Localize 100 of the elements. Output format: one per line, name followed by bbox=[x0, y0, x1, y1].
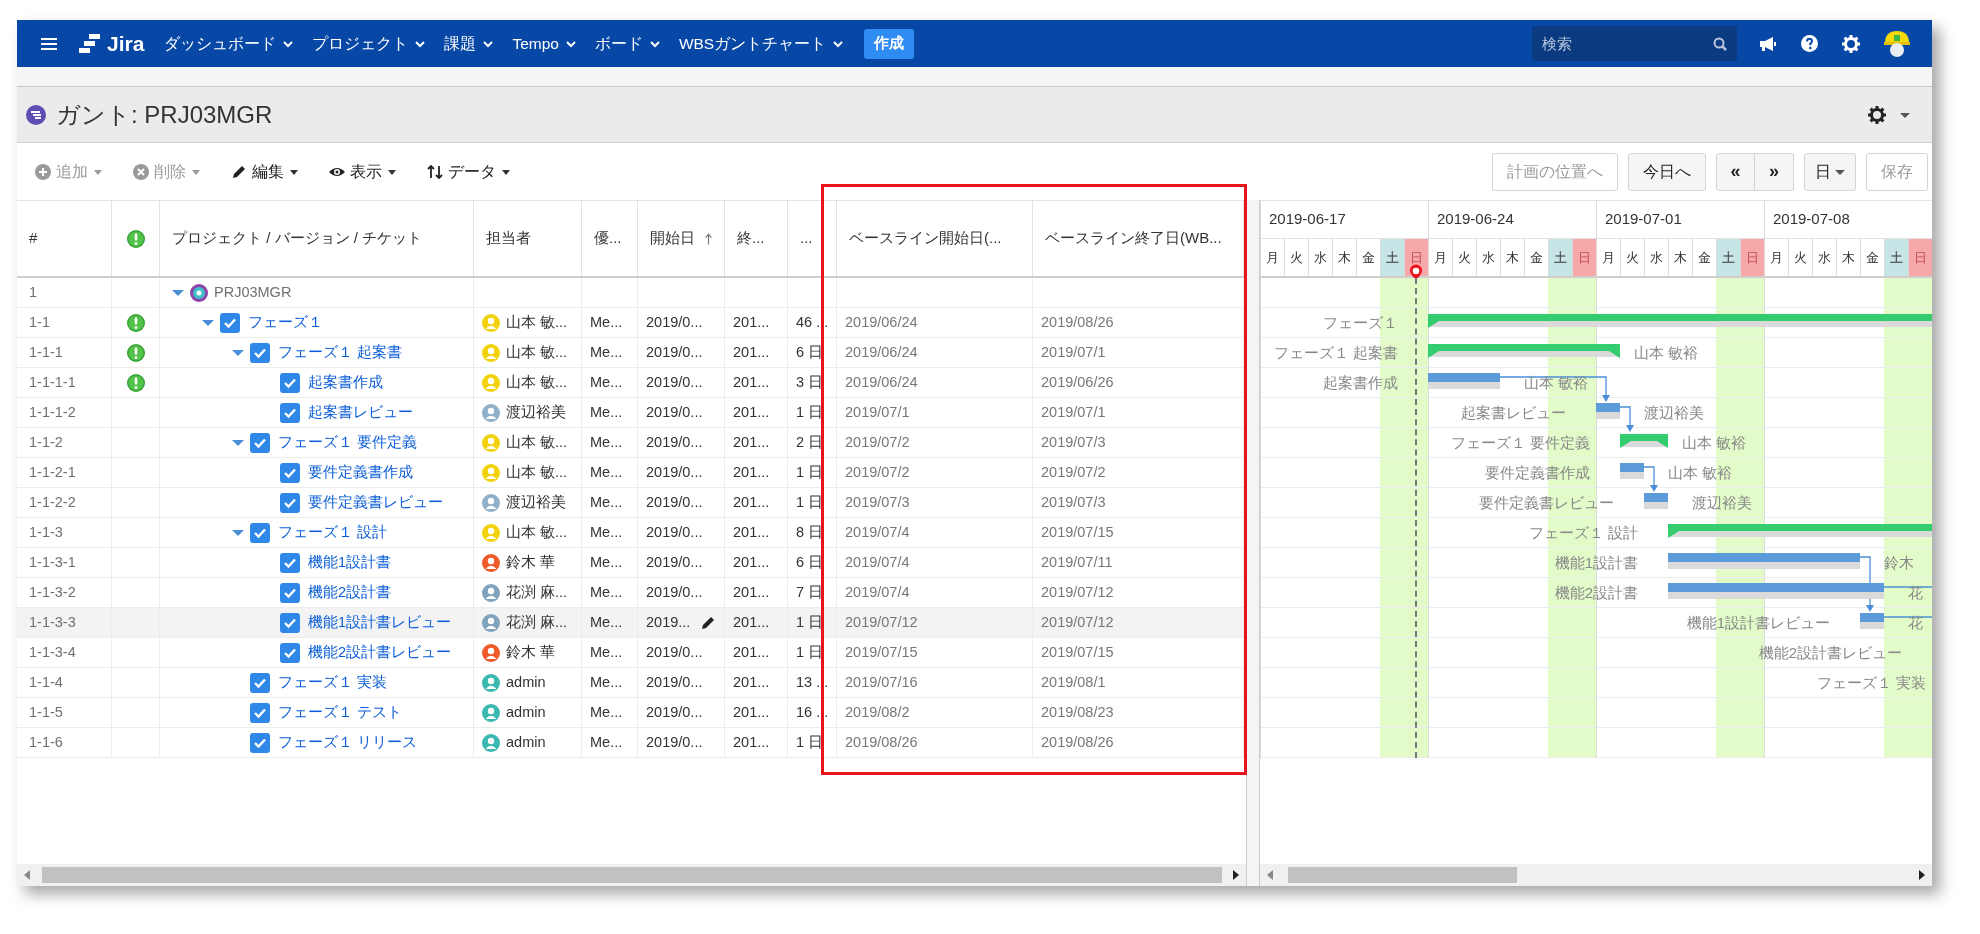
bar-label: 渡辺裕美 bbox=[1644, 402, 1704, 423]
table-row[interactable]: 1-1-6 フェーズ１ リリース admin Me... 2019/0... 201... 1 日 2019/08/26 2019/08/26 bbox=[17, 728, 1246, 758]
column-header[interactable]: ... bbox=[800, 227, 813, 250]
column-header[interactable]: 担当者 bbox=[486, 227, 531, 250]
table-cell-text: 2019/07/1 bbox=[1041, 402, 1106, 422]
search-field[interactable]: 検索 bbox=[1532, 26, 1737, 61]
table-cell-text: 山本 敏... bbox=[506, 372, 568, 392]
scrollbar-thumb[interactable] bbox=[1288, 867, 1517, 883]
table-cell-text: 鈴木 華 bbox=[506, 552, 556, 572]
column-header[interactable]: プロジェクト / バージョン / チケット bbox=[172, 227, 422, 250]
summary-bar[interactable] bbox=[1668, 524, 1932, 538]
nav-menu-item[interactable]: Tempo bbox=[512, 31, 577, 56]
table-cell-text: 3 日 bbox=[796, 372, 824, 392]
table-row[interactable]: 1 PRJ03MGR bbox=[17, 278, 1246, 308]
nav-arrow-button[interactable]: « bbox=[1716, 152, 1755, 191]
table-cell-text: 2019/07/4 bbox=[845, 582, 910, 602]
summary-bar[interactable] bbox=[1428, 344, 1620, 358]
table-row[interactable]: 1-1-2-1 要件定義書作成 山本 敏... Me... 2019/0... 201... 1 日 2019/07/2 2019/07/2 bbox=[17, 458, 1246, 488]
help-icon[interactable] bbox=[1801, 35, 1818, 52]
table-row[interactable]: 1-1-3-3 機能1設計書レビュー 花渕 麻... Me... 2019... 201... 1 日 2019/07/12 2019/07/12 bbox=[17, 608, 1246, 638]
scroll-left-icon[interactable] bbox=[23, 870, 31, 880]
toolbar-button[interactable]: 表示 bbox=[329, 159, 397, 184]
scrollbar[interactable] bbox=[17, 864, 1246, 886]
issue-link[interactable]: フェーズ１ 設計 bbox=[278, 521, 388, 544]
issue-link[interactable]: 機能2設計書レビュー bbox=[308, 641, 452, 664]
table-row[interactable]: 1-1-3-2 機能2設計書 花渕 麻... Me... 2019/0... 201... 7 日 2019/07/4 2019/07/12 bbox=[17, 578, 1246, 608]
table-cell-text: Me... bbox=[590, 462, 623, 482]
scroll-left-icon[interactable] bbox=[1266, 870, 1274, 880]
nav-menu-item[interactable]: ボード bbox=[594, 31, 661, 56]
nav-menu-item[interactable]: ダッシュボード bbox=[164, 31, 295, 56]
nav-menu-item[interactable]: WBSガントチャート bbox=[678, 31, 845, 56]
table-row[interactable]: 1-1-5 フェーズ１ テスト admin Me... 2019/0... 201... 16 ... 2019/08/2 2019/08/23 bbox=[17, 698, 1246, 728]
table-cell-text: 2019/06/24 bbox=[845, 342, 918, 362]
nav-arrow-button[interactable]: » bbox=[1755, 152, 1794, 191]
table-row[interactable]: 1-1-4 フェーズ１ 実装 admin Me... 2019/0... 201... 13 ... 2019/07/16 2019/08/1 bbox=[17, 668, 1246, 698]
row-number: 1-1-3-3 bbox=[29, 612, 76, 632]
summary-bar[interactable] bbox=[1428, 314, 1932, 328]
column-header[interactable]: ベースライン終了日(WB... bbox=[1045, 227, 1222, 250]
table-cell-text: 2019/07/1 bbox=[845, 402, 910, 422]
toolbar-button[interactable]: 今日へ bbox=[1628, 152, 1706, 191]
toolbar-button[interactable]: 編集 bbox=[231, 159, 299, 184]
issue-link[interactable]: フェーズ１ テスト bbox=[278, 701, 403, 724]
table-cell-text: 2019/08/26 bbox=[1041, 312, 1114, 332]
scrollbar[interactable] bbox=[1260, 864, 1932, 886]
issue-link[interactable]: 機能2設計書 bbox=[308, 581, 392, 604]
column-header[interactable]: ベースライン開始日(... bbox=[849, 227, 1002, 250]
scroll-right-icon[interactable] bbox=[1232, 870, 1240, 880]
logo-icon bbox=[77, 32, 101, 55]
week-label: 2019-07-01 bbox=[1605, 209, 1682, 230]
table-row[interactable]: 1-1-2 フェーズ１ 要件定義 山本 敏... Me... 2019/0... 201... 2 日 2019/07/2 2019/07/3 bbox=[17, 428, 1246, 458]
toolbar-button[interactable]: データ bbox=[427, 159, 511, 184]
issue-link[interactable]: フェーズ１ bbox=[248, 311, 323, 334]
settings-icon[interactable] bbox=[1842, 34, 1860, 53]
issue-link[interactable]: フェーズ１ リリース bbox=[278, 731, 418, 754]
column-header[interactable]: # bbox=[29, 227, 38, 250]
table-row[interactable]: 1-1-3-1 機能1設計書 鈴木 華 Me... 2019/0... 201... 6 日 2019/07/4 2019/07/11 bbox=[17, 548, 1246, 578]
scroll-right-icon[interactable] bbox=[1918, 870, 1926, 880]
table-cell-text: Me... bbox=[590, 492, 623, 512]
table-cell-text: 201... bbox=[733, 492, 770, 512]
table-row[interactable]: 1-1-2-2 要件定義書レビュー 渡辺裕美 Me... 2019/0... 201... 1 日 2019/07/3 2019/07/3 bbox=[17, 488, 1246, 518]
table-cell-text: 201... bbox=[733, 612, 770, 632]
task-icon bbox=[250, 702, 270, 723]
issue-link[interactable]: 起案書レビュー bbox=[308, 401, 413, 424]
table-row[interactable]: 1-1-3 フェーズ１ 設計 山本 敏... Me... 2019/0... 201... 8 日 2019/07/4 2019/07/15 bbox=[17, 518, 1246, 548]
issue-link[interactable]: フェーズ１ 要件定義 bbox=[278, 431, 418, 454]
avatar-icon[interactable] bbox=[1882, 28, 1912, 59]
issue-link[interactable]: 要件定義書作成 bbox=[308, 461, 413, 484]
table-cell-text: 2019/08/2 bbox=[845, 702, 910, 722]
column-header[interactable]: 開始日 bbox=[650, 227, 695, 250]
menu-icon[interactable] bbox=[41, 36, 57, 51]
nav-menu-item[interactable]: 課題 bbox=[444, 31, 495, 56]
column-header[interactable]: 終... bbox=[737, 227, 765, 250]
table-cell-text: admin bbox=[506, 732, 546, 752]
table-row[interactable]: 1-1 フェーズ１ 山本 敏... Me... 2019/0... 201... 46 ... 2019/06/24 2019/08/26 bbox=[17, 308, 1246, 338]
table-row[interactable]: 1-1-3-4 機能2設計書レビュー 鈴木 華 Me... 2019/0... 201... 1 日 2019/07/15 2019/07/15 bbox=[17, 638, 1246, 668]
summary-bar[interactable] bbox=[1620, 434, 1668, 448]
table-cell-text: 山本 敏... bbox=[506, 462, 568, 482]
issue-link[interactable]: 要件定義書レビュー bbox=[308, 491, 443, 514]
nav-menu-item[interactable]: プロジェクト bbox=[312, 31, 427, 56]
row-number: 1-1 bbox=[29, 312, 50, 332]
table-row[interactable]: 1-1-1-1 起案書作成 山本 敏... Me... 2019/0... 201... 3 日 2019/06/24 2019/06/26 bbox=[17, 368, 1246, 398]
day-label: 日 bbox=[1746, 248, 1759, 267]
table-cell-text: 2019/07/4 bbox=[845, 522, 910, 542]
settings-icon[interactable] bbox=[1868, 105, 1886, 124]
scrollbar-thumb[interactable] bbox=[42, 867, 1222, 883]
issue-link[interactable]: 機能1設計書 bbox=[308, 551, 392, 574]
issue-link[interactable]: 機能1設計書レビュー bbox=[308, 611, 452, 634]
megaphone-icon[interactable] bbox=[1759, 35, 1777, 52]
table-cell-text: 201... bbox=[733, 732, 770, 752]
column-header[interactable]: 優... bbox=[594, 227, 622, 250]
issue-link[interactable]: 起案書作成 bbox=[308, 371, 383, 394]
pencil-icon[interactable] bbox=[701, 615, 716, 630]
table-cell-text: 渡辺裕美 bbox=[506, 402, 566, 422]
table-row[interactable]: 1-1-1-2 起案書レビュー 渡辺裕美 Me... 2019/0... 201... 1 日 2019/07/1 2019/07/1 bbox=[17, 398, 1246, 428]
task-icon bbox=[250, 732, 270, 753]
table-row[interactable]: 1-1-1 フェーズ１ 起案書 山本 敏... Me... 2019/0... 201... 6 日 2019/06/24 2019/07/1 bbox=[17, 338, 1246, 368]
table-cell-text: Me... bbox=[590, 612, 623, 632]
issue-link[interactable]: フェーズ１ 起案書 bbox=[278, 341, 403, 364]
scale-dropdown[interactable]: 日 bbox=[1804, 152, 1856, 191]
issue-link[interactable]: フェーズ１ 実装 bbox=[278, 671, 388, 694]
